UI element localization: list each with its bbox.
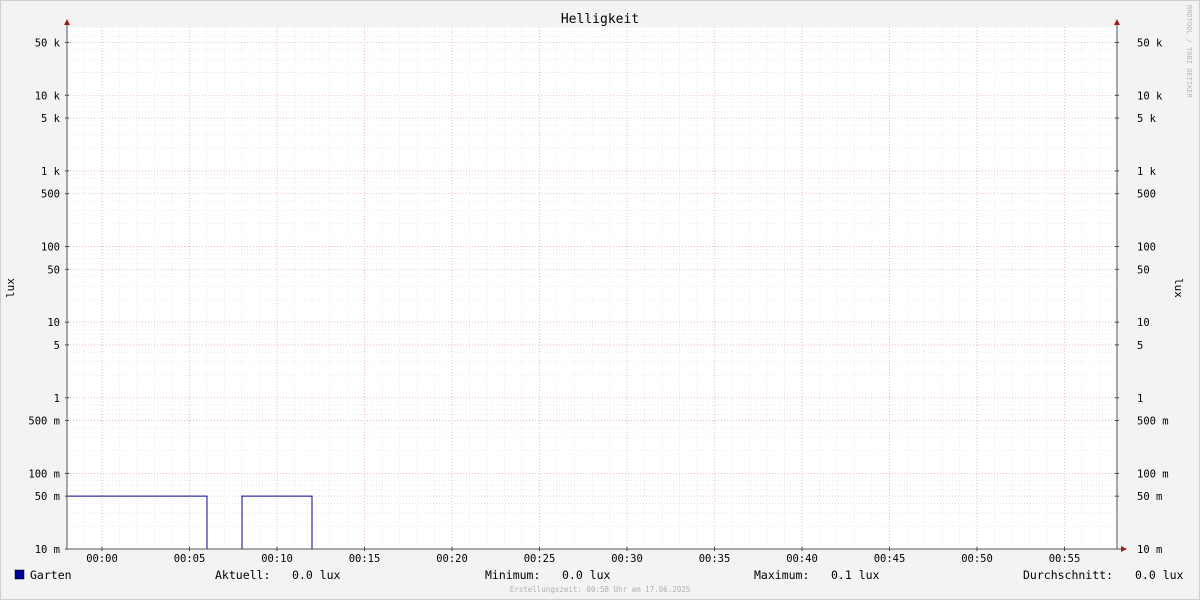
y-tick-label-right: 100 <box>1137 242 1156 254</box>
x-tick-label: 00:45 <box>874 553 906 565</box>
legend-minimum-label: Minimum: <box>485 568 540 582</box>
y-axis-arrow-left <box>64 19 70 25</box>
y-tick-label-left: 5 k <box>41 113 61 125</box>
y-tick-label-left: 10 m <box>35 544 60 556</box>
legend-aktuell-label: Aktuell: <box>215 568 270 582</box>
y-axis-label-right: lux <box>1172 278 1185 298</box>
y-tick-label-left: 10 <box>47 317 60 329</box>
x-tick-label: 00:00 <box>86 553 118 565</box>
y-tick-label-left: 1 k <box>41 166 61 178</box>
x-tick-label: 00:30 <box>611 553 643 565</box>
legend-aktuell-value: 0.0 lux <box>292 568 341 582</box>
y-tick-label-right: 10 <box>1137 317 1150 329</box>
y-tick-label-left: 1 <box>54 393 60 405</box>
y-tick-label-left: 10 k <box>35 90 61 102</box>
legend-series-label: Garten <box>30 568 72 582</box>
y-tick-label-right: 500 <box>1137 189 1156 201</box>
y-tick-label-left: 500 m <box>28 416 60 428</box>
x-tick-label: 00:10 <box>261 553 293 565</box>
chart-title: Helligkeit <box>561 12 639 27</box>
y-tick-label-right: 50 <box>1137 264 1150 276</box>
y-tick-label-right: 10 k <box>1137 90 1163 102</box>
y-tick-label-right: 1 k <box>1137 166 1157 178</box>
x-tick-label: 00:55 <box>1049 553 1081 565</box>
x-tick-label: 00:25 <box>524 553 556 565</box>
x-tick-label: 00:35 <box>699 553 731 565</box>
x-tick-label: 00:15 <box>349 553 381 565</box>
y-tick-label-right: 500 m <box>1137 416 1169 428</box>
x-tick-label: 00:05 <box>174 553 206 565</box>
legend-maximum-value: 0.1 lux <box>831 568 880 582</box>
x-tick-label: 00:20 <box>436 553 468 565</box>
x-tick-label: 00:40 <box>786 553 818 565</box>
legend-maximum-label: Maximum: <box>754 568 809 582</box>
brightness-chart: 50 k 50 k10 k 10 k5 k5 k1 k1 k500 500100 100… <box>4 5 1193 594</box>
creation-time-footer: Erstellungszeit: 00:58 Uhr am 17.06.2025 <box>510 585 691 594</box>
y-axis-label-left: lux <box>4 278 17 298</box>
x-tick-label: 00:50 <box>961 553 993 565</box>
y-tick-label-right: 50 k <box>1137 37 1163 49</box>
y-tick-label-left: 100 m <box>28 468 60 480</box>
y-tick-label-right: 1 <box>1137 393 1143 405</box>
y-tick-label-left: 500 <box>41 189 60 201</box>
legend-durchschnitt-value: 0.0 lux <box>1135 568 1184 582</box>
y-tick-label-left: 50 k <box>35 37 61 49</box>
y-tick-label-left: 50 m <box>35 491 60 503</box>
x-axis-arrow <box>1121 546 1127 552</box>
y-tick-label-right: 10 m <box>1137 544 1162 556</box>
y-tick-label-right: 50 m <box>1137 491 1162 503</box>
y-tick-label-right: 5 <box>1137 340 1143 352</box>
y-tick-label-left: 100 <box>41 242 60 254</box>
legend-minimum-value: 0.0 lux <box>562 568 611 582</box>
legend-durchschnitt-label: Durchschnitt: <box>1023 568 1113 582</box>
rrdtool-watermark: RRDTOOL / TOBI OETIKER <box>1185 5 1193 99</box>
legend-swatch-garten <box>14 569 25 580</box>
y-axis-arrow-right <box>1114 19 1120 25</box>
y-tick-label-left: 5 <box>54 340 60 352</box>
y-tick-label-right: 5 k <box>1137 113 1157 125</box>
y-tick-label-left: 50 <box>47 264 60 276</box>
y-tick-label-right: 100 m <box>1137 468 1169 480</box>
